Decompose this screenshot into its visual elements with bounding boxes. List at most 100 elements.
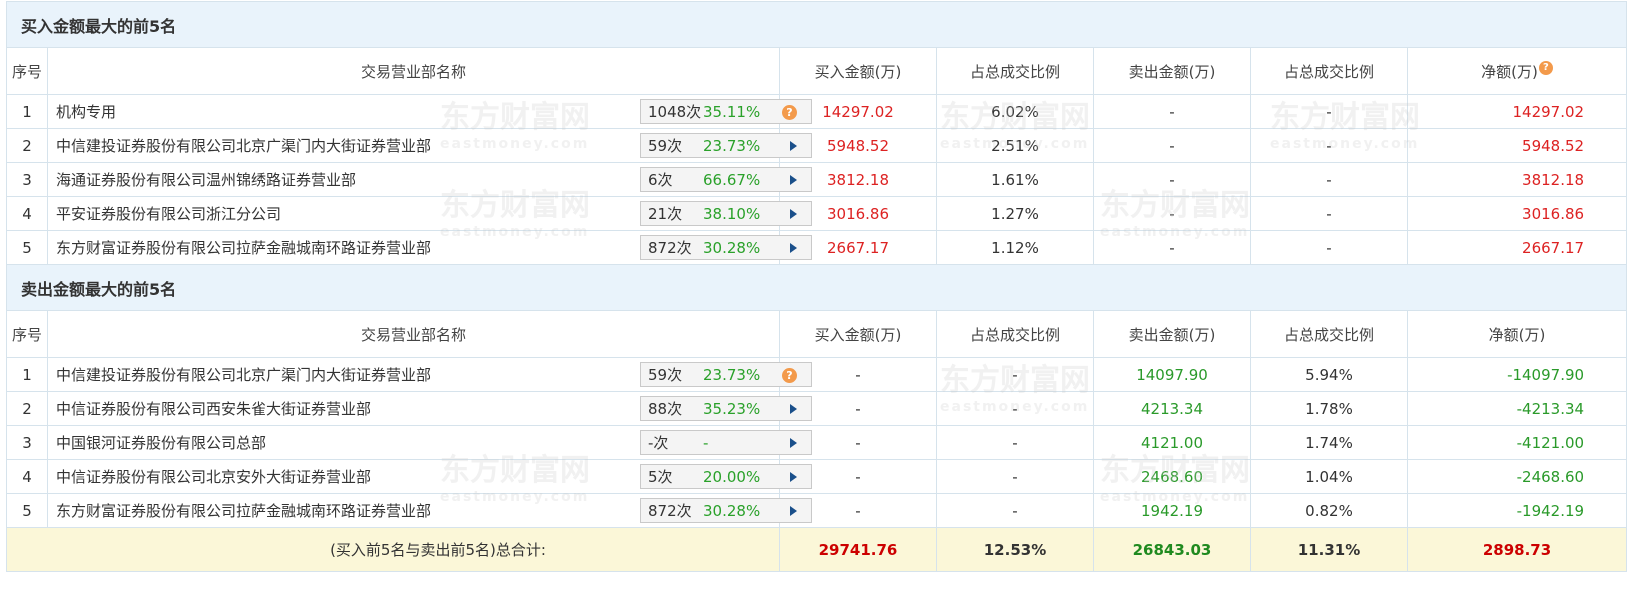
arrow-right-icon[interactable] xyxy=(790,472,797,482)
buy-ratio: - xyxy=(936,357,1094,392)
trade-count: 6次 xyxy=(648,171,673,189)
sell-table-row: 5 东方财富证券股份有限公司拉萨金融城南环路证券营业部 872次 30.28% - -19… xyxy=(6,493,1628,528)
col-header-net-label: 净额(万) xyxy=(1481,62,1538,81)
net-amount: -14097.90 xyxy=(1406,357,1628,392)
dept-name: 中信建投证券股份有限公司北京广渠门内大街证券营业部 xyxy=(56,366,432,384)
dept-name: 中信建投证券股份有限公司北京广渠门内大街证券营业部 xyxy=(56,137,432,155)
dept-cell: 中信证券股份有限公司北京安外大街证券营业部 5次 20.00% xyxy=(47,459,812,494)
row-index: 1 xyxy=(6,357,48,392)
arrow-right-icon[interactable] xyxy=(790,141,797,151)
row-index: 4 xyxy=(6,459,48,494)
sell-amount: - xyxy=(1093,230,1251,265)
row-index: 5 xyxy=(6,230,48,265)
trade-count: 88次 xyxy=(648,400,683,418)
buy-table-row: 5 东方财富证券股份有限公司拉萨金融城南环路证券营业部 872次 30.28% 2667… xyxy=(6,230,1628,265)
buy-ratio: 2.51% xyxy=(936,128,1094,163)
arrow-right-icon[interactable] xyxy=(790,506,797,516)
col-header-index: 序号 xyxy=(6,310,48,358)
dept-stats-badge[interactable]: 21次 38.10% xyxy=(640,201,812,226)
net-amount: -4121.00 xyxy=(1406,425,1628,460)
row-index: 4 xyxy=(6,196,48,231)
sell-amount: - xyxy=(1093,196,1251,231)
row-index: 5 xyxy=(6,493,48,528)
row-index: 3 xyxy=(6,425,48,460)
arrow-right-icon[interactable] xyxy=(790,175,797,185)
net-amount: 3812.18 xyxy=(1406,162,1628,197)
row-index: 3 xyxy=(6,162,48,197)
dept-stats-badge[interactable]: 5次 20.00% xyxy=(640,464,812,489)
sell-ratio: - xyxy=(1250,128,1408,163)
sell-amount: - xyxy=(1093,94,1251,129)
dept-cell: 中信建投证券股份有限公司北京广渠门内大街证券营业部 59次 23.73% xyxy=(47,128,812,163)
dept-cell: 东方财富证券股份有限公司拉萨金融城南环路证券营业部 872次 30.28% xyxy=(47,493,812,528)
total-net: 2898.73 xyxy=(1406,527,1628,572)
success-rate: 66.67% xyxy=(703,170,761,189)
col-header-net: 净额(万)? xyxy=(1406,47,1628,95)
row-index: 2 xyxy=(6,128,48,163)
sell-amount: - xyxy=(1093,162,1251,197)
arrow-right-icon[interactable] xyxy=(790,438,797,448)
buy-ratio: 1.61% xyxy=(936,162,1094,197)
trade-count: 21次 xyxy=(648,205,683,223)
question-icon[interactable]: ? xyxy=(782,368,797,383)
total-sell-ratio: 11.31% xyxy=(1250,527,1408,572)
dept-cell: 中国银河证券股份有限公司总部 -次 - xyxy=(47,425,812,460)
dept-cell: 东方财富证券股份有限公司拉萨金融城南环路证券营业部 872次 30.28% xyxy=(47,230,812,265)
question-icon[interactable]: ? xyxy=(782,105,797,120)
dept-stats-badge[interactable]: 88次 35.23% xyxy=(640,396,812,421)
col-header-sell-ratio: 占总成交比例 xyxy=(1250,47,1408,95)
help-question-icon[interactable]: ? xyxy=(1538,60,1553,75)
sell-table-row: 2 中信证券股份有限公司西安朱雀大街证券营业部 88次 35.23% - -4213.34… xyxy=(6,391,1628,426)
lhb-table-container: 买入金额最大的前5名 序号 交易营业部名称 买入金额(万) 占总成交比例 卖出金… xyxy=(5,1,1628,572)
dept-stats-badge[interactable]: 59次 23.73% xyxy=(640,133,812,158)
total-buy: 29741.76 xyxy=(779,527,937,572)
dept-stats-badge[interactable]: 872次 30.28% xyxy=(640,235,812,260)
trade-count: 5次 xyxy=(648,468,673,486)
row-index: 2 xyxy=(6,391,48,426)
dept-stats-badge[interactable]: 6次 66.67% xyxy=(640,167,812,192)
trade-count: 59次 xyxy=(648,366,683,384)
buy-table-row: 1 机构专用 1048次 35.11%? 14297.02 6.02% - -14297.02 xyxy=(6,94,1628,129)
total-row: (买入前5名与卖出前5名)总合计: 29741.76 12.53% 26843.… xyxy=(6,527,1628,572)
sell-amount: 4213.34 xyxy=(1093,391,1251,426)
dept-stats-badge[interactable]: 1048次 35.11%? xyxy=(640,99,812,124)
buy-ratio: - xyxy=(936,493,1094,528)
buy-ratio: - xyxy=(936,391,1094,426)
arrow-right-icon[interactable] xyxy=(790,243,797,253)
col-header-buy-ratio: 占总成交比例 xyxy=(936,310,1094,358)
trade-count: 872次 xyxy=(648,239,692,257)
buy-table-row: 4 平安证券股份有限公司浙江分公司 21次 38.10% 3016.86 1.27% - -3… xyxy=(6,196,1628,231)
sell-ratio: 1.04% xyxy=(1250,459,1408,494)
dept-cell: 平安证券股份有限公司浙江分公司 21次 38.10% xyxy=(47,196,812,231)
sell-ratio: 1.74% xyxy=(1250,425,1408,460)
success-rate: 35.23% xyxy=(703,399,761,418)
sell-ratio: 1.78% xyxy=(1250,391,1408,426)
dept-cell: 海通证券股份有限公司温州锦绣路证券营业部 6次 66.67% xyxy=(47,162,812,197)
col-header-buy: 买入金额(万) xyxy=(779,47,937,95)
sell-table-row: 3 中国银河证券股份有限公司总部 -次 - - -4121.00 1.74% -4121.00 xyxy=(6,425,1628,460)
dept-name: 东方财富证券股份有限公司拉萨金融城南环路证券营业部 xyxy=(56,239,432,257)
net-amount: 2667.17 xyxy=(1406,230,1628,265)
total-sell: 26843.03 xyxy=(1093,527,1251,572)
col-header-sell: 卖出金额(万) xyxy=(1093,310,1251,358)
arrow-right-icon[interactable] xyxy=(790,404,797,414)
success-rate: 23.73% xyxy=(703,365,761,384)
sell-table-row: 1 中信建投证券股份有限公司北京广渠门内大街证券营业部 59次 23.73%? - -14… xyxy=(6,357,1628,392)
buy-ratio: - xyxy=(936,459,1094,494)
dept-stats-badge[interactable]: 872次 30.28% xyxy=(640,498,812,523)
col-header-dept: 交易营业部名称 xyxy=(47,47,780,95)
dept-cell: 中信证券股份有限公司西安朱雀大街证券营业部 88次 35.23% xyxy=(47,391,812,426)
dept-name: 中国银河证券股份有限公司总部 xyxy=(56,434,267,452)
col-header-index: 序号 xyxy=(6,47,48,95)
dept-cell: 机构专用 1048次 35.11%? xyxy=(47,94,812,129)
buy-section-title: 买入金额最大的前5名 xyxy=(5,1,1628,48)
buy-table-row: 3 海通证券股份有限公司温州锦绣路证券营业部 6次 66.67% 3812.18 1.61… xyxy=(6,162,1628,197)
net-amount: 5948.52 xyxy=(1406,128,1628,163)
success-rate: 35.11% xyxy=(703,102,761,121)
dept-stats-badge[interactable]: -次 - xyxy=(640,430,812,455)
buy-header-row: 序号 交易营业部名称 买入金额(万) 占总成交比例 卖出金额(万) 占总成交比例… xyxy=(6,47,1628,95)
net-amount: -2468.60 xyxy=(1406,459,1628,494)
arrow-right-icon[interactable] xyxy=(790,209,797,219)
trade-count: 872次 xyxy=(648,502,692,520)
dept-stats-badge[interactable]: 59次 23.73%? xyxy=(640,362,812,387)
